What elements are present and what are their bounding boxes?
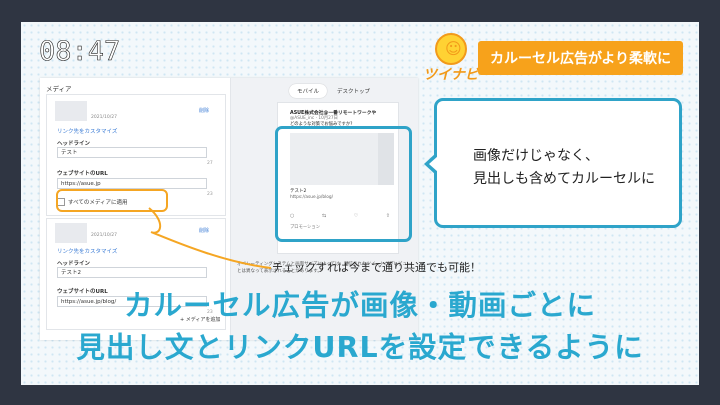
bubble-tail-inner [429,156,438,172]
slide: 08:47 ☺ ツイナビ カルーセル広告がより柔軟に メディア 2021/10/… [21,22,699,385]
bubble-line-2: 見出しも含めてカルーセルに [473,171,655,187]
speech-bubble: 画像だけじゃなく、 見出しも含めてカルーセルに [434,98,682,228]
checkbox-callout: チェックすれば今まで通り共通でも可能！ [272,261,481,274]
main-headline: カルーセル広告が画像・動画ごとに 見出し文とリンクURLを設定できるように [21,285,699,369]
headline-line-1: カルーセル広告が画像・動画ごとに [123,289,596,322]
headline-line-2: 見出し文とリンクURLを設定できるように [76,331,644,364]
bubble-line-1: 画像だけじゃなく、 [473,148,599,164]
bubble-text: 画像だけじゃなく、 見出しも含めてカルーセルに [473,145,655,191]
